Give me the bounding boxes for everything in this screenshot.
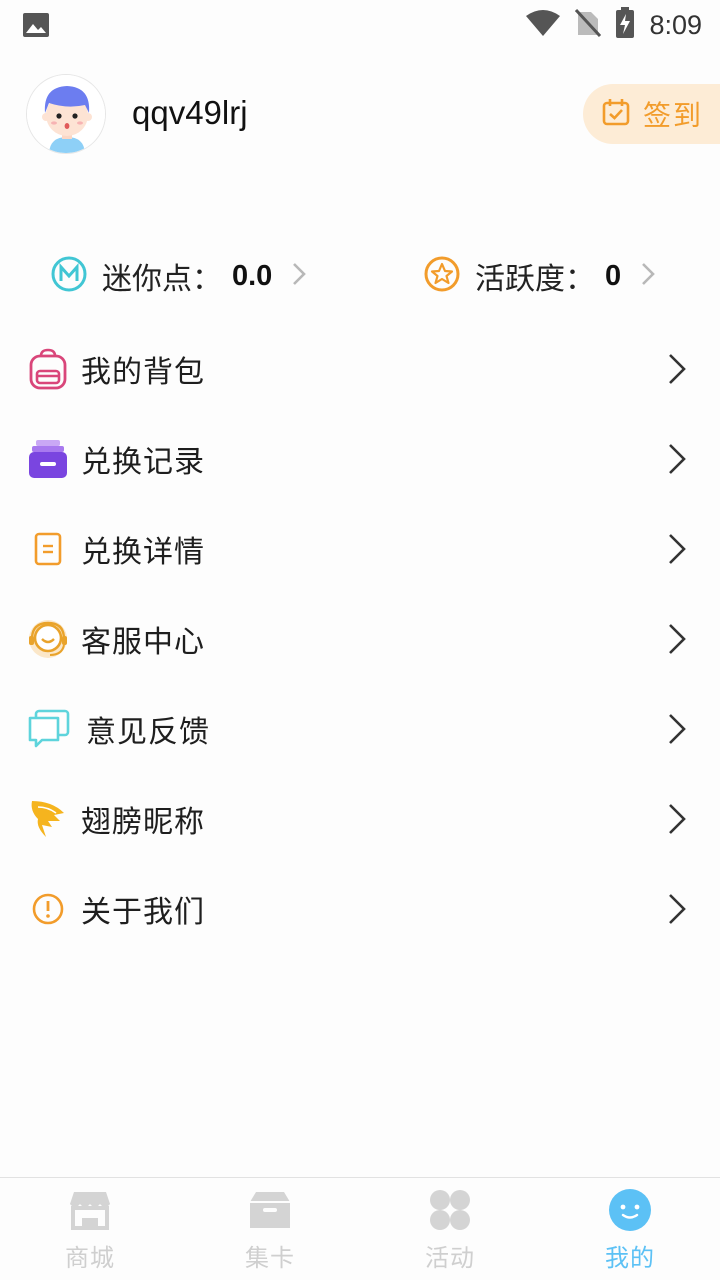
chevron-right-icon	[668, 443, 686, 479]
no-sim-icon	[575, 8, 602, 42]
chevron-right-icon	[668, 533, 686, 569]
menu-item-exchange-record[interactable]: 兑换记录	[0, 414, 720, 504]
battery-charging-icon	[615, 7, 635, 43]
nav-label: 我的	[605, 1244, 655, 1272]
clock: 8:09	[649, 9, 702, 40]
nav-label: 活动	[425, 1244, 475, 1272]
nav-tab-mine[interactable]: 我的	[540, 1178, 720, 1280]
mini-points-label: 迷你点：	[102, 262, 222, 297]
menu-item-exchange-detail[interactable]: 兑换详情	[0, 504, 720, 594]
activity-label: 活跃度：	[475, 262, 595, 297]
info-icon	[26, 887, 70, 931]
menu-label: 兑换详情	[81, 535, 205, 570]
menu-label: 兑换记录	[81, 445, 205, 480]
menu-label: 关于我们	[81, 895, 205, 930]
stats-row: 迷你点： 0.0 活跃度： 0	[0, 250, 720, 302]
menu-item-feedback[interactable]: 意见反馈	[0, 684, 720, 774]
mini-points-value: 0.0	[232, 259, 273, 292]
activity-value: 0	[605, 259, 622, 292]
menu-item-customer-service[interactable]: 客服中心	[0, 594, 720, 684]
avatar[interactable]	[26, 74, 106, 154]
menu-label: 意见反馈	[86, 715, 210, 750]
chevron-right-icon	[668, 623, 686, 659]
mini-points-stat[interactable]: 迷你点： 0.0	[50, 250, 307, 302]
chat-icon	[26, 707, 70, 751]
headset-icon	[26, 617, 70, 661]
exchange-record-icon	[26, 437, 70, 481]
bottom-nav: 商城 集卡 活动 我的	[0, 1177, 720, 1280]
nav-label: 集卡	[245, 1244, 295, 1272]
wifi-icon	[525, 9, 561, 41]
smiley-icon	[608, 1188, 652, 1232]
activity-stat[interactable]: 活跃度： 0	[423, 250, 655, 302]
nav-tab-activity[interactable]: 活动	[360, 1178, 540, 1280]
menu-label: 翅膀昵称	[81, 805, 205, 840]
wing-icon	[26, 797, 70, 841]
menu-item-wing-nickname[interactable]: 翅膀昵称	[0, 774, 720, 864]
chevron-right-icon	[641, 262, 655, 290]
chevron-right-icon	[292, 262, 307, 290]
signin-button[interactable]: 签到	[583, 84, 720, 144]
calendar-check-icon	[601, 97, 631, 131]
mini-points-icon	[50, 255, 88, 297]
menu-label: 我的背包	[81, 355, 205, 390]
gallery-notification-icon	[22, 12, 50, 42]
star-icon	[423, 255, 461, 297]
menu-item-about-us[interactable]: 关于我们	[0, 864, 720, 954]
backpack-icon	[26, 347, 70, 391]
chevron-right-icon	[668, 803, 686, 839]
chevron-right-icon	[668, 353, 686, 389]
chevron-right-icon	[668, 893, 686, 929]
status-bar: 8:09	[0, 0, 720, 50]
nav-tab-cards[interactable]: 集卡	[180, 1178, 360, 1280]
profile-header: qqv49lrj 签到	[0, 72, 720, 158]
signin-label: 签到	[643, 99, 704, 132]
store-icon	[68, 1188, 112, 1232]
card-box-icon	[248, 1188, 292, 1232]
menu-item-backpack[interactable]: 我的背包	[0, 324, 720, 414]
menu-list: 我的背包 兑换记录 兑换详情 客服中心 意见反馈 翅膀昵称 关于我们	[0, 324, 720, 954]
chevron-right-icon	[668, 713, 686, 749]
username: qqv49lrj	[132, 94, 248, 131]
document-icon	[26, 527, 70, 571]
menu-label: 客服中心	[81, 625, 205, 660]
clover-icon	[428, 1188, 472, 1232]
nav-label: 商城	[65, 1244, 115, 1272]
nav-tab-store[interactable]: 商城	[0, 1178, 180, 1280]
